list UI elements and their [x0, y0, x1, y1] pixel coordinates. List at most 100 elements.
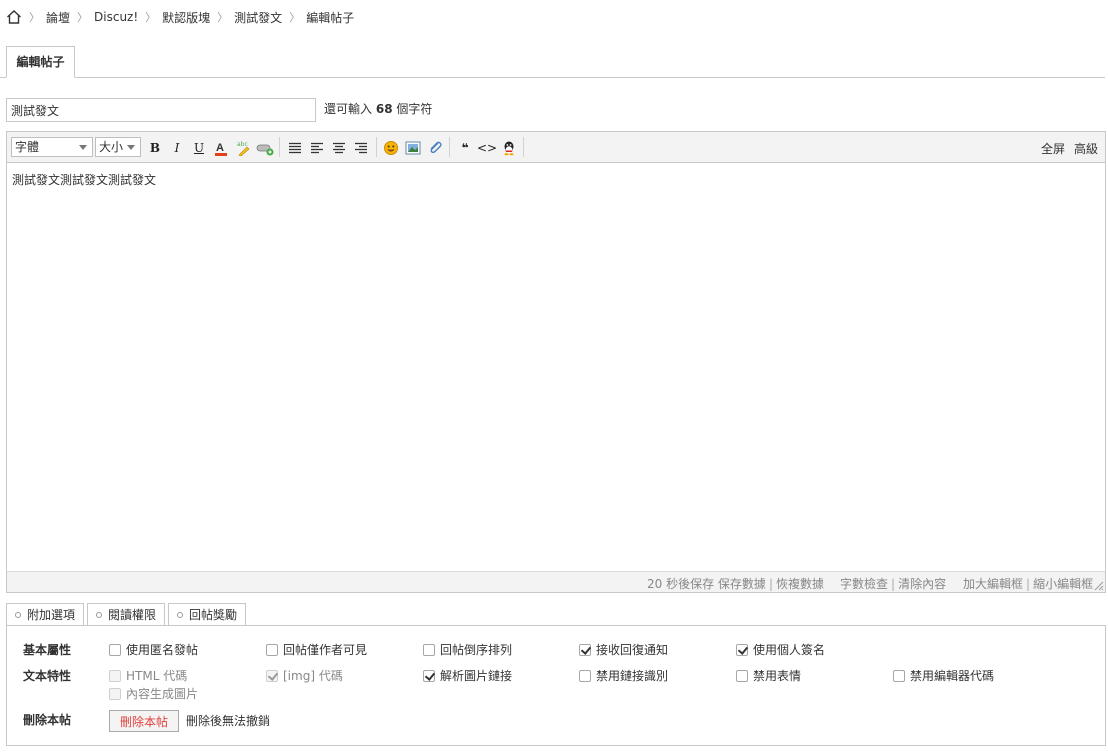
checkbox[interactable] [109, 643, 121, 656]
editor-toolbar: 字體 大小 B I U A abc ❝ <> 全屏 高級 [7, 132, 1105, 163]
advanced-button[interactable]: 高級 [1074, 140, 1098, 157]
tab-edit-post[interactable]: 編輯帖子 [6, 46, 75, 78]
toolbar-separator [279, 137, 280, 157]
align-left-icon[interactable] [286, 139, 304, 157]
option-disable-smilies[interactable]: 禁用表情 [736, 667, 801, 684]
checkbox[interactable] [579, 669, 591, 682]
checkbox [109, 669, 121, 682]
breadcrumb-thread[interactable]: 測試發文 [234, 9, 282, 26]
font-family-select[interactable]: 字體 [11, 137, 93, 157]
tab-read-permission[interactable]: 閱讀權限 [87, 603, 166, 626]
checkbox[interactable] [423, 643, 435, 656]
bullet-icon [96, 612, 102, 618]
editor-size-tools: 加大編輯框 | 縮小編輯框 [963, 575, 1093, 592]
chevron-down-icon [127, 145, 135, 150]
qq-icon[interactable] [500, 139, 518, 157]
text-features-label: 文本特性 [23, 669, 72, 683]
font-color-icon[interactable]: A [212, 139, 230, 157]
breadcrumb-site[interactable]: Discuz! [94, 10, 138, 24]
option-label: 回帖僅作者可見 [283, 643, 368, 657]
align-center-icon[interactable] [330, 139, 348, 157]
font-size-label: 大小 [99, 140, 124, 154]
checkbox[interactable] [736, 669, 748, 682]
clear-content-link[interactable]: 清除內容 [898, 577, 946, 591]
bullet-icon [177, 612, 183, 618]
option-parse-image-links[interactable]: 解析圖片鏈接 [423, 667, 512, 684]
breadcrumb-forum[interactable]: 論壇 [46, 9, 70, 26]
option-reply-notify[interactable]: 接收回復通知 [579, 641, 668, 658]
content-tools: 字數檢查 | 清除內容 [840, 575, 946, 592]
checkbox[interactable] [893, 669, 905, 682]
option-label: HTML 代碼 [126, 669, 188, 683]
breadcrumb-current: 編輯帖子 [306, 10, 355, 25]
fullscreen-button[interactable]: 全屏 [1041, 140, 1065, 157]
save-data-link[interactable]: 保存數據 [718, 577, 766, 591]
bullet-icon [15, 612, 21, 618]
link-icon[interactable] [256, 139, 274, 157]
option-label: 禁用編輯器代碼 [910, 669, 995, 683]
option-label: 內容生成圖片 [126, 687, 199, 701]
underline-icon[interactable]: U [190, 139, 208, 157]
bold-icon[interactable]: B [146, 139, 164, 157]
svg-text:A: A [216, 142, 224, 154]
align-right-icon[interactable] [352, 139, 370, 157]
attachment-icon[interactable] [426, 139, 444, 157]
divider: | [768, 577, 773, 591]
save-status: 20 秒後保存 保存數據 | 恢複數據 [647, 575, 824, 592]
chevron-right-icon: 〉 [289, 11, 301, 24]
tab-reply-reward[interactable]: 回帖獎勵 [168, 603, 247, 626]
option-author-only-reply[interactable]: 回帖僅作者可見 [266, 641, 367, 658]
restore-data-link[interactable]: 恢複數據 [776, 577, 824, 591]
tab-extra-options-label: 附加選項 [27, 608, 76, 622]
delete-post-label: 刪除本帖 [23, 713, 72, 727]
basic-attributes-label: 基本屬性 [23, 643, 72, 657]
remaining-suffix: 個字符 [396, 102, 433, 116]
chevron-down-icon [79, 145, 87, 150]
enlarge-editor-link[interactable]: 加大編輯框 [963, 577, 1023, 591]
highlight-icon[interactable]: abc [234, 139, 252, 157]
checkbox [266, 669, 278, 682]
option-anonymous[interactable]: 使用匿名發帖 [109, 641, 198, 658]
checkbox[interactable] [266, 643, 278, 656]
option-use-signature[interactable]: 使用個人簽名 [736, 641, 825, 658]
divider: | [891, 577, 896, 591]
tab-read-permission-label: 閱讀權限 [108, 608, 157, 622]
option-label: 禁用鏈接識別 [596, 669, 669, 683]
option-content-to-image: 內容生成圖片 [109, 685, 198, 702]
align-justify-icon[interactable] [308, 139, 326, 157]
wordcount-link[interactable]: 字數檢查 [840, 577, 888, 591]
editor-statusbar: 20 秒後保存 保存數據 | 恢複數據 字數檢查 | 清除內容 加大編輯框 | 縮小編輯框 [7, 571, 1105, 592]
svg-text:abc: abc [237, 141, 248, 148]
option-disable-editor-code[interactable]: 禁用編輯器代碼 [893, 667, 994, 684]
tab-extra-options[interactable]: 附加選項 [6, 603, 85, 626]
image-icon[interactable] [404, 139, 422, 157]
autosave-countdown: 20 秒後保存 [647, 577, 715, 591]
option-label: 回帖倒序排列 [440, 643, 513, 657]
subject-remaining: 還可輸入 68 個字符 [324, 100, 432, 117]
editor-content[interactable]: 測試發文測試發文測試發文 [12, 171, 156, 188]
chevron-right-icon: 〉 [29, 11, 40, 24]
checkbox[interactable] [579, 643, 591, 656]
option-reverse-order[interactable]: 回帖倒序排列 [423, 641, 512, 658]
option-label: 使用匿名發帖 [126, 643, 199, 657]
remaining-count: 68 [375, 102, 393, 116]
font-size-select[interactable]: 大小 [95, 137, 141, 157]
delete-warning: 刪除後無法撤銷 [186, 714, 271, 728]
italic-icon[interactable]: I [168, 139, 186, 157]
toolbar-separator [376, 137, 377, 157]
shrink-editor-link[interactable]: 縮小編輯框 [1033, 577, 1093, 591]
chevron-right-icon: 〉 [145, 11, 157, 24]
option-disable-link-detect[interactable]: 禁用鏈接識別 [579, 667, 668, 684]
delete-post-button[interactable]: 刪除本帖 [109, 710, 179, 732]
chevron-right-icon: 〉 [217, 11, 229, 24]
subject-input[interactable] [6, 98, 316, 122]
quote-icon[interactable]: ❝ [456, 139, 474, 157]
smiley-icon[interactable] [382, 139, 400, 157]
resize-grip-icon[interactable] [1092, 579, 1104, 591]
checkbox[interactable] [423, 669, 435, 682]
checkbox[interactable] [736, 643, 748, 656]
home-icon[interactable] [6, 9, 22, 25]
code-icon[interactable]: <> [477, 139, 497, 157]
breadcrumb-board[interactable]: 默認版塊 [162, 9, 210, 26]
checkbox [109, 687, 121, 700]
